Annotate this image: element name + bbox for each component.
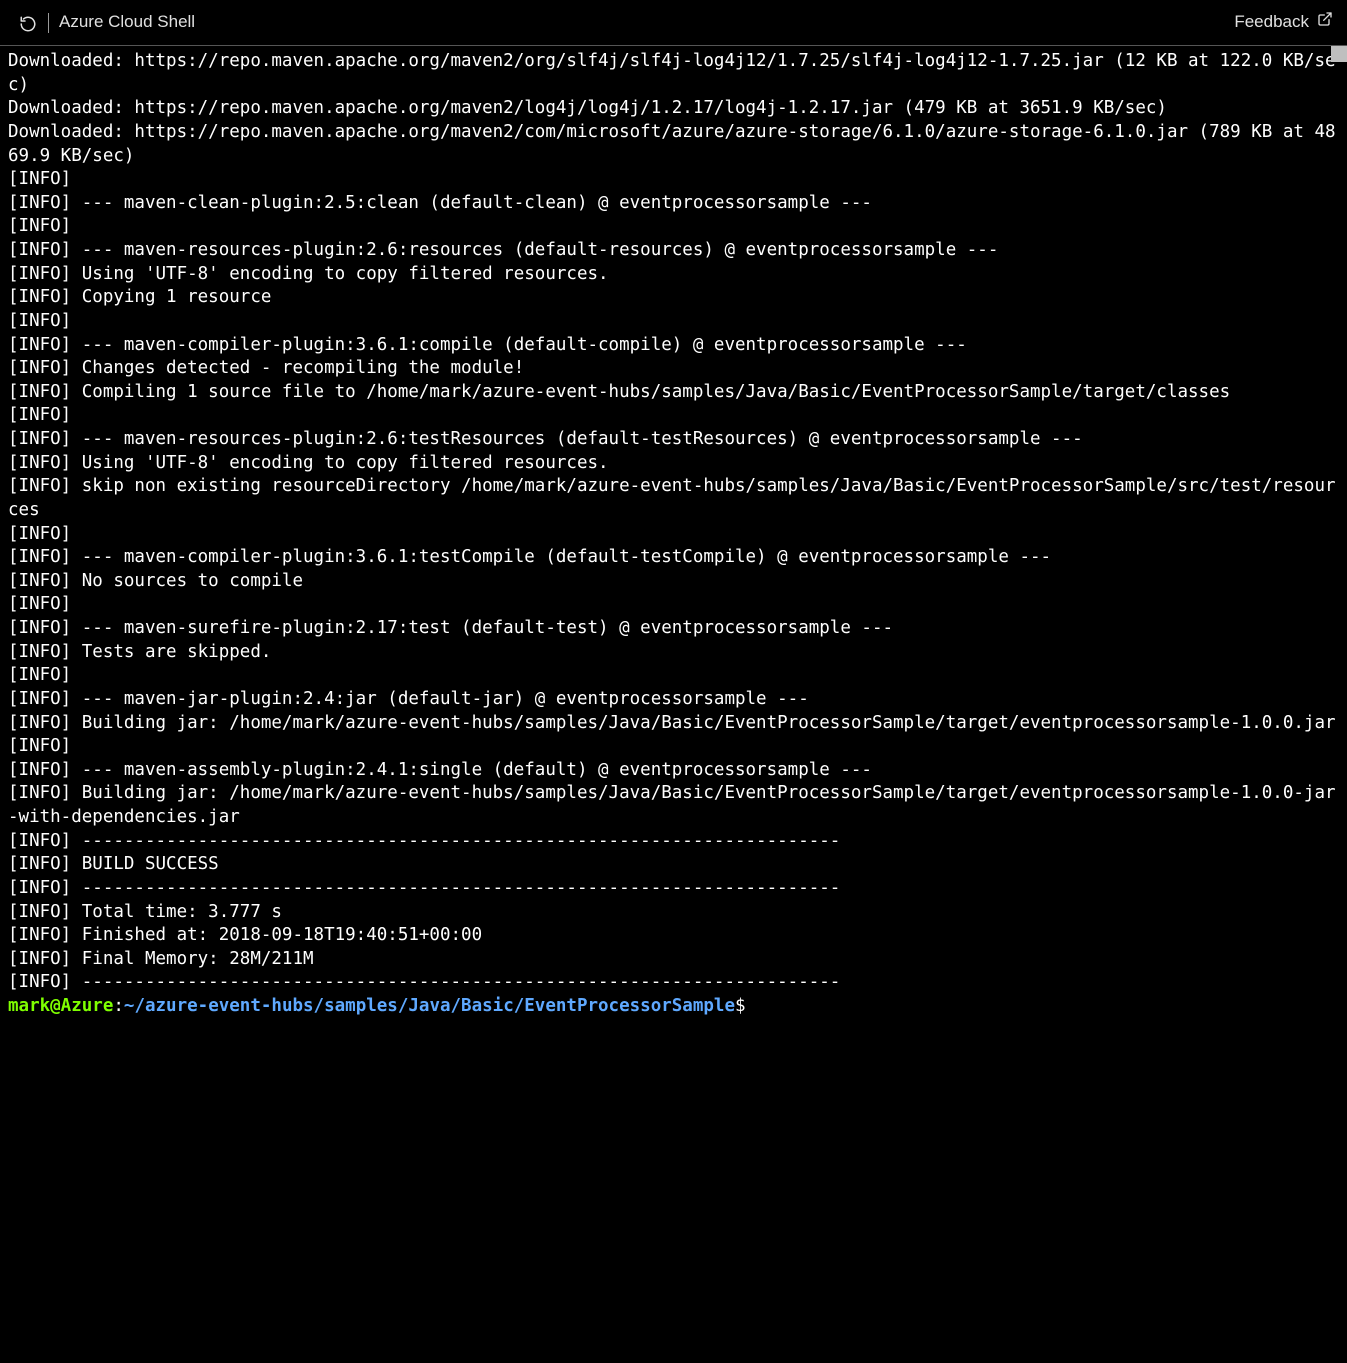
external-link-icon <box>1317 11 1333 34</box>
terminal[interactable]: Downloaded: https://repo.maven.apache.or… <box>0 46 1347 1019</box>
shell-prompt: mark@Azure:~/azure-event-hubs/samples/Ja… <box>8 996 746 1016</box>
terminal-container: Downloaded: https://repo.maven.apache.or… <box>0 46 1347 1363</box>
terminal-output: Downloaded: https://repo.maven.apache.or… <box>8 51 1336 992</box>
header-divider <box>48 13 49 33</box>
prompt-user-host: mark@Azure <box>8 996 113 1016</box>
prompt-dollar: $ <box>735 996 746 1016</box>
feedback-link[interactable]: Feedback <box>1234 11 1333 34</box>
scroll-up-arrow[interactable] <box>1331 46 1347 62</box>
cloudshell-header: Azure Cloud Shell Feedback <box>0 0 1347 46</box>
app-title: Azure Cloud Shell <box>59 11 195 34</box>
restart-icon[interactable] <box>14 12 42 33</box>
prompt-colon: : <box>113 996 124 1016</box>
prompt-path: ~/azure-event-hubs/samples/Java/Basic/Ev… <box>124 996 735 1016</box>
scrollbar[interactable] <box>1331 46 1347 1363</box>
feedback-label: Feedback <box>1234 11 1309 34</box>
